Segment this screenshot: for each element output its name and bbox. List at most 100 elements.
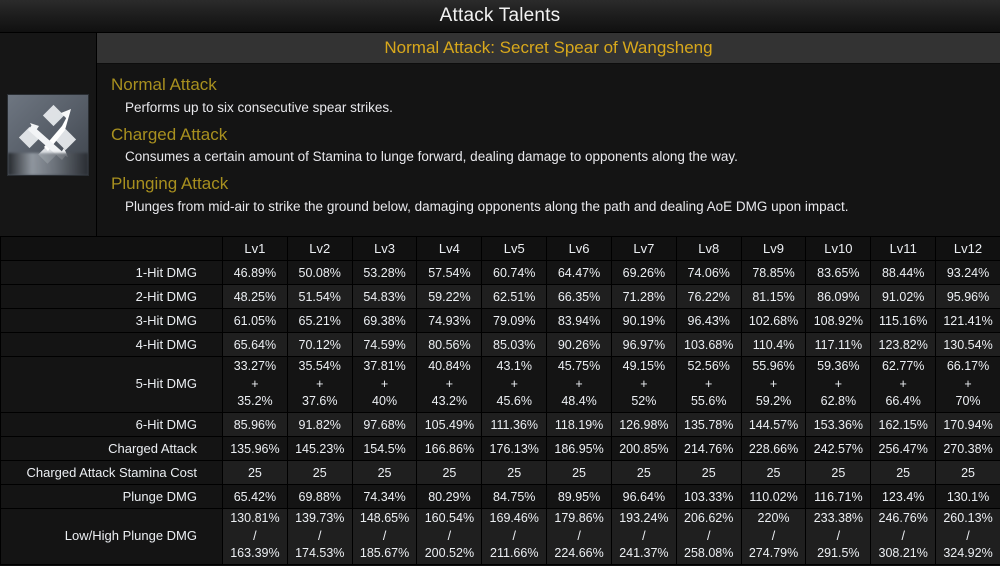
table-cell: 45.75% + 48.4% [546,356,612,413]
table-cell: 220% / 274.79% [740,508,807,565]
table-cell: 139.73% / 174.53% [286,508,353,565]
table-cell: 121.41% [935,308,1000,333]
table-cell: 66.35% [546,284,612,309]
table-cell: 65.21% [286,308,353,333]
table-cell: 69.38% [351,308,418,333]
table-cell: 57.54% [416,260,483,285]
table-cell: 228.66% [740,436,807,461]
table-cell: 85.96% [222,412,288,437]
table-cell: 169.46% / 211.66% [481,508,548,565]
attack-talents-panel: Attack Talents Normal Attack: Secret Spe… [0,0,1000,566]
table-cell: 53.28% [351,260,418,285]
table-cell: 256.47% [870,436,937,461]
talent-content: Normal Attack: Secret Spear of Wangsheng… [97,33,1000,236]
table-cell: 61.05% [222,308,288,333]
table-cell: 74.34% [351,484,418,509]
table-cell: 103.33% [675,484,742,509]
table-cell: 154.5% [351,436,418,461]
table-cell: 111.36% [481,412,548,437]
table-cell: 74.59% [351,332,418,357]
talent-stats-table: Lv1 Lv2 Lv3 Lv4 Lv5 Lv6 Lv7 Lv8 Lv9 Lv10 Lv11 Lv12 … [0,236,1000,565]
table-corner-cell [0,236,223,261]
table-cell: 95.96% [935,284,1000,309]
table-cell: 74.93% [416,308,483,333]
section-text-plunging-attack: Plunges from mid-air to strike the groun… [125,198,849,214]
table-cell: 49.15% + 52% [610,356,677,413]
table-cell: 76.22% [675,284,742,309]
table-cell: 80.29% [416,484,483,509]
table-column-header: Lv2 [286,236,353,261]
table-cell: 40.84% + 43.2% [416,356,483,413]
table-cell: 74.06% [675,260,742,285]
table-cell: 130.1% [935,484,1000,509]
table-row-label: 1-Hit DMG [0,260,223,285]
table-column-header: Lv10 [805,236,872,261]
table-cell: 242.57% [805,436,872,461]
table-cell: 117.11% [805,332,872,357]
icon-shelf [8,152,88,175]
table-cell: 110.4% [740,332,807,357]
table-cell: 176.13% [481,436,548,461]
window-titlebar: Attack Talents [0,0,1000,33]
table-column-header: Lv6 [546,236,612,261]
table-cell: 54.83% [351,284,418,309]
table-row: Charged Attack 135.96% 145.23% 154.5% 166.86… [0,436,1000,461]
table-cell: 102.68% [740,308,807,333]
table-row: 2-Hit DMG 48.25% 51.54% 54.83% 59.22% 62.51% 6… [0,284,1000,309]
table-cell: 70.12% [286,332,353,357]
table-cell: 135.78% [675,412,742,437]
table-cell: 59.36% + 62.8% [805,356,872,413]
table-cell: 51.54% [286,284,353,309]
table-cell: 90.19% [610,308,677,333]
talent-description: Normal Attack Performs up to six consecu… [97,64,1000,236]
table-row: 1-Hit DMG 46.89% 50.08% 53.28% 57.54% 60.74% 6… [0,260,1000,285]
table-cell: 25 [286,460,353,485]
table-row-label: 3-Hit DMG [0,308,223,333]
table-cell: 170.94% [935,412,1000,437]
table-cell: 135.96% [222,436,288,461]
table-cell: 37.81% + 40% [351,356,418,413]
table-cell: 105.49% [416,412,483,437]
table-row-label: 4-Hit DMG [0,332,223,357]
page-title: Attack Talents [439,5,561,26]
table-cell: 179.86% / 224.66% [546,508,612,565]
table-cell: 123.82% [870,332,937,357]
table-cell: 80.56% [416,332,483,357]
table-cell: 25 [805,460,872,485]
table-cell: 25 [546,460,612,485]
table-cell: 83.65% [805,260,872,285]
table-cell: 97.68% [351,412,418,437]
table-cell: 25 [740,460,807,485]
polearm-normal-attack-icon [8,94,88,175]
table-cell: 233.38% / 291.5% [805,508,872,565]
table-cell: 25 [416,460,483,485]
table-row-label: Low/High Plunge DMG [0,508,223,565]
table-header: Lv1 Lv2 Lv3 Lv4 Lv5 Lv6 Lv7 Lv8 Lv9 Lv10 Lv11 Lv12 [0,236,1000,261]
table-cell: 64.47% [546,260,612,285]
table-cell: 130.81% / 163.39% [222,508,288,565]
table-row: 3-Hit DMG 61.05% 65.21% 69.38% 74.93% 79.09% 8… [0,308,1000,333]
section-heading-normal-attack: Normal Attack [111,75,217,94]
talent-icon-rail [0,33,97,236]
table-cell: 25 [481,460,548,485]
table-column-header: Lv3 [351,236,418,261]
table-cell: 25 [935,460,1000,485]
table-cell: 50.08% [286,260,353,285]
table-cell: 43.1% + 45.6% [481,356,548,413]
section-text-normal-attack: Performs up to six consecutive spear str… [125,99,393,115]
table-cell: 115.16% [870,308,937,333]
table-cell: 96.97% [610,332,677,357]
table-row: Low/High Plunge DMG 130.81% / 163.39% 139.… [0,508,1000,565]
table-cell: 62.51% [481,284,548,309]
table-row-label: 5-Hit DMG [0,356,223,413]
table-cell: 78.85% [740,260,807,285]
table-cell: 25 [870,460,937,485]
table-cell: 270.38% [935,436,1000,461]
table-cell: 93.24% [935,260,1000,285]
table-row-label: 6-Hit DMG [0,412,223,437]
table-row: Charged Attack Stamina Cost 25 25 25 25 25 25 2… [0,460,1000,485]
section-heading-plunging-attack: Plunging Attack [111,174,229,193]
table-cell: 84.75% [481,484,548,509]
table-row-label: Charged Attack [0,436,223,461]
table-column-header: Lv4 [416,236,483,261]
